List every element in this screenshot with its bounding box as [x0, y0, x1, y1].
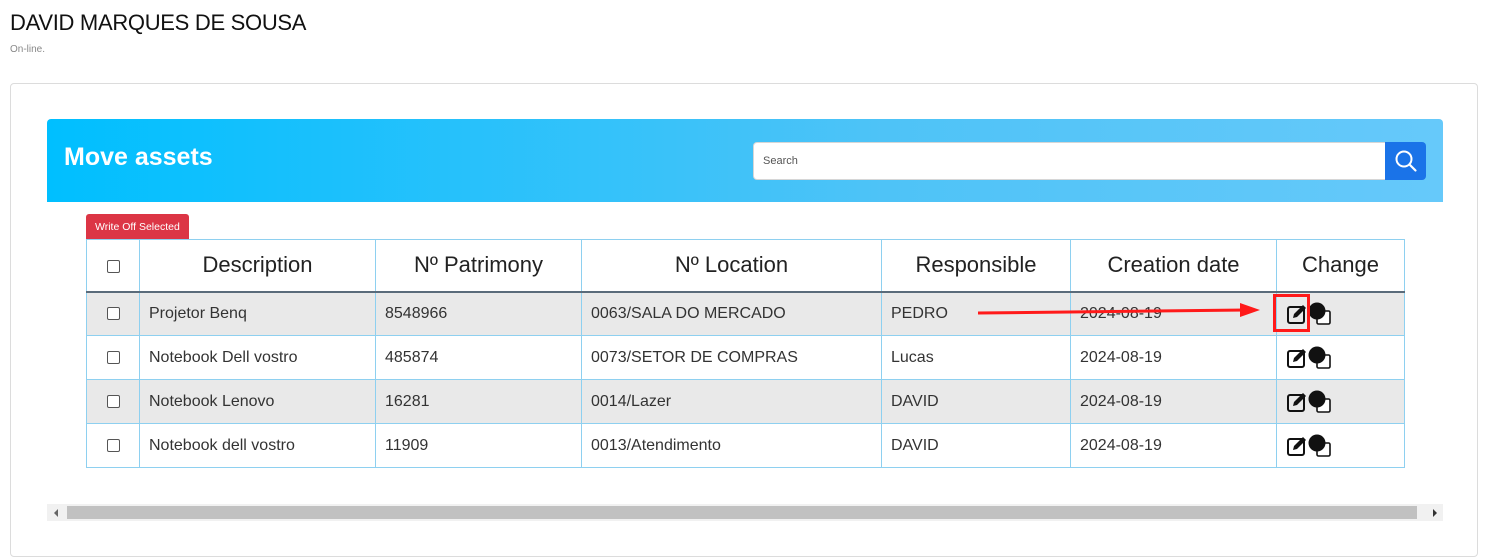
edit-icon[interactable]	[1286, 435, 1308, 457]
cell-description: Notebook Lenovo	[139, 379, 376, 424]
column-header-responsible: Responsible	[881, 239, 1071, 293]
cell-patrimony: 8548966	[375, 291, 582, 336]
panel-banner: Move assets	[47, 119, 1443, 202]
edit-icon[interactable]	[1286, 303, 1308, 325]
duplicate-icon[interactable]	[1308, 346, 1332, 370]
assets-card: Move assets Write Off Selected Descripti…	[10, 83, 1478, 557]
search-icon	[1394, 149, 1418, 173]
duplicate-icon[interactable]	[1308, 390, 1332, 414]
table-row: Notebook dell vostro 11909 0013/Atendime…	[86, 423, 1405, 468]
table-header-row: Description Nº Patrimony Nº Location Res…	[86, 239, 1405, 293]
cell-responsible: DAVID	[881, 379, 1071, 424]
cell-location: 0073/SETOR DE COMPRAS	[581, 335, 882, 380]
search-input[interactable]	[753, 142, 1385, 180]
user-name: DAVID MARQUES DE SOUSA	[10, 10, 307, 35]
select-all-cell	[86, 239, 140, 293]
cell-creation-date: 2024-08-19	[1070, 291, 1277, 336]
cell-creation-date: 2024-08-19	[1070, 379, 1277, 424]
cell-creation-date: 2024-08-19	[1070, 423, 1277, 468]
cell-change	[1276, 335, 1405, 380]
cell-description: Notebook dell vostro	[139, 423, 376, 468]
cell-change	[1276, 423, 1405, 468]
column-header-change: Change	[1276, 239, 1405, 293]
search-button[interactable]	[1385, 142, 1426, 180]
select-all-checkbox[interactable]	[106, 259, 120, 273]
panel-title: Move assets	[64, 143, 213, 171]
cell-patrimony: 485874	[375, 335, 582, 380]
cell-location: 0013/Atendimento	[581, 423, 882, 468]
scrollbar-thumb[interactable]	[67, 506, 1417, 519]
edit-icon[interactable]	[1286, 347, 1308, 369]
table-row: Notebook Dell vostro 485874 0073/SETOR D…	[86, 335, 1405, 380]
assets-table: Description Nº Patrimony Nº Location Res…	[86, 239, 1405, 468]
duplicate-icon[interactable]	[1308, 302, 1332, 326]
row-checkbox[interactable]	[106, 394, 120, 408]
table-row: Notebook Lenovo 16281 0014/Lazer DAVID 2…	[86, 379, 1405, 424]
table-row: Projetor Benq 8548966 0063/SALA DO MERCA…	[86, 291, 1405, 336]
row-checkbox[interactable]	[106, 350, 120, 364]
cell-patrimony: 11909	[375, 423, 582, 468]
cell-location: 0063/SALA DO MERCADO	[581, 291, 882, 336]
horizontal-scrollbar[interactable]	[47, 504, 1443, 521]
cell-change	[1276, 291, 1405, 336]
cell-responsible: PEDRO	[881, 291, 1071, 336]
column-header-creation-date: Creation date	[1070, 239, 1277, 293]
cell-responsible: Lucas	[881, 335, 1071, 380]
cell-location: 0014/Lazer	[581, 379, 882, 424]
cell-change	[1276, 379, 1405, 424]
cell-patrimony: 16281	[375, 379, 582, 424]
write-off-selected-button[interactable]: Write Off Selected	[86, 214, 189, 239]
page-header: DAVID MARQUES DE SOUSA On-line.	[10, 10, 306, 55]
search-bar	[753, 142, 1426, 180]
chevron-right-icon[interactable]	[1426, 504, 1443, 521]
cell-description: Projetor Benq	[139, 291, 376, 336]
row-checkbox[interactable]	[106, 438, 120, 452]
cell-description: Notebook Dell vostro	[139, 335, 376, 380]
user-status: On-line.	[10, 44, 46, 55]
duplicate-icon[interactable]	[1308, 434, 1332, 458]
edit-icon[interactable]	[1286, 391, 1308, 413]
row-checkbox[interactable]	[106, 307, 120, 321]
chevron-left-icon[interactable]	[47, 504, 64, 521]
column-header-description: Description	[139, 239, 376, 293]
column-header-location: Nº Location	[581, 239, 882, 293]
cell-creation-date: 2024-08-19	[1070, 335, 1277, 380]
column-header-patrimony: Nº Patrimony	[375, 239, 582, 293]
cell-responsible: DAVID	[881, 423, 1071, 468]
